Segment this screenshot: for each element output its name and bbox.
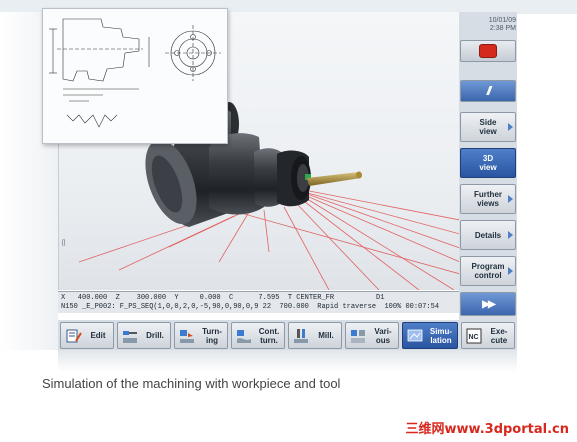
time-text: 2:38 PM xyxy=(489,25,516,32)
fast-forward-icon: ▶▶ xyxy=(482,298,495,310)
screen: [] 10/01/09 2:38 PM // Side view 3D view… xyxy=(0,0,577,442)
watermark: 三维网www.3dportal.cn xyxy=(405,422,569,437)
fast-forward-button[interactable]: ▶▶ xyxy=(460,292,516,316)
details-button[interactable]: Details xyxy=(460,220,516,250)
part-drawing-graphic xyxy=(49,18,221,128)
drill-button[interactable]: Drill. xyxy=(117,322,171,349)
contour-turning-icon xyxy=(237,329,251,343)
program-control-label: Program control xyxy=(471,262,505,280)
simulation-button[interactable]: Simu- lation xyxy=(402,322,458,349)
execute-button[interactable]: NC Exe- cute xyxy=(461,322,515,349)
edit-label: Edit xyxy=(90,331,106,340)
further-views-button[interactable]: Further views xyxy=(460,184,516,214)
details-label: Details xyxy=(474,230,502,240)
datetime: 10/01/09 2:38 PM xyxy=(460,17,516,33)
red-stop-icon xyxy=(479,44,497,58)
mill-label: Mill. xyxy=(318,331,334,340)
various-icon xyxy=(351,329,365,343)
mill-button[interactable]: Mill. xyxy=(288,322,342,349)
stop-button[interactable] xyxy=(460,40,516,62)
tool xyxy=(307,171,362,186)
slash-icon: // xyxy=(486,83,491,98)
contour-turning-button[interactable]: Cont. turn. xyxy=(231,322,285,349)
position-status: X 400.000 Z 300.000 Y 0.000 C 7.595 T CE… xyxy=(58,291,459,313)
program-control-button[interactable]: Program control xyxy=(460,256,516,286)
turning-icon xyxy=(180,329,194,343)
3d-view-button[interactable]: 3D view xyxy=(460,148,516,178)
simulation-icon xyxy=(407,329,423,341)
side-view-label: Side view xyxy=(479,118,497,136)
part-drawing xyxy=(42,8,228,144)
3d-view-label: 3D view xyxy=(479,154,497,172)
program-block-row: N150 _E_P002: F_PS_SEQ(1,0,0,2,0,-5,90,0… xyxy=(61,303,440,311)
execute-label: Exe- cute xyxy=(490,326,508,345)
further-views-label: Further views xyxy=(474,190,502,208)
turning-label: Turn- ing xyxy=(202,326,222,345)
various-label: Vari- ous xyxy=(374,326,392,345)
side-view-button[interactable]: Side view xyxy=(460,112,516,142)
drill-label: Drill. xyxy=(146,331,164,340)
edit-button[interactable]: Edit xyxy=(60,322,114,349)
contour-turning-label: Cont. turn. xyxy=(258,326,280,345)
caption: Simulation of the machining with workpie… xyxy=(42,376,341,391)
screen-reflection xyxy=(58,350,517,372)
single-block-button[interactable]: // xyxy=(460,80,516,102)
simulation-label: Simu- lation xyxy=(429,326,453,345)
edit-icon xyxy=(66,329,82,342)
svg-text:NC: NC xyxy=(469,334,479,341)
drill-icon xyxy=(123,330,137,343)
mill-icon xyxy=(294,328,308,343)
turning-button[interactable]: Turn- ing xyxy=(174,322,228,349)
various-button[interactable]: Vari- ous xyxy=(345,322,399,349)
date-text: 10/01/09 xyxy=(488,17,516,24)
nc-execute-icon: NC xyxy=(466,328,482,343)
svg-text:[]: [] xyxy=(62,240,66,246)
